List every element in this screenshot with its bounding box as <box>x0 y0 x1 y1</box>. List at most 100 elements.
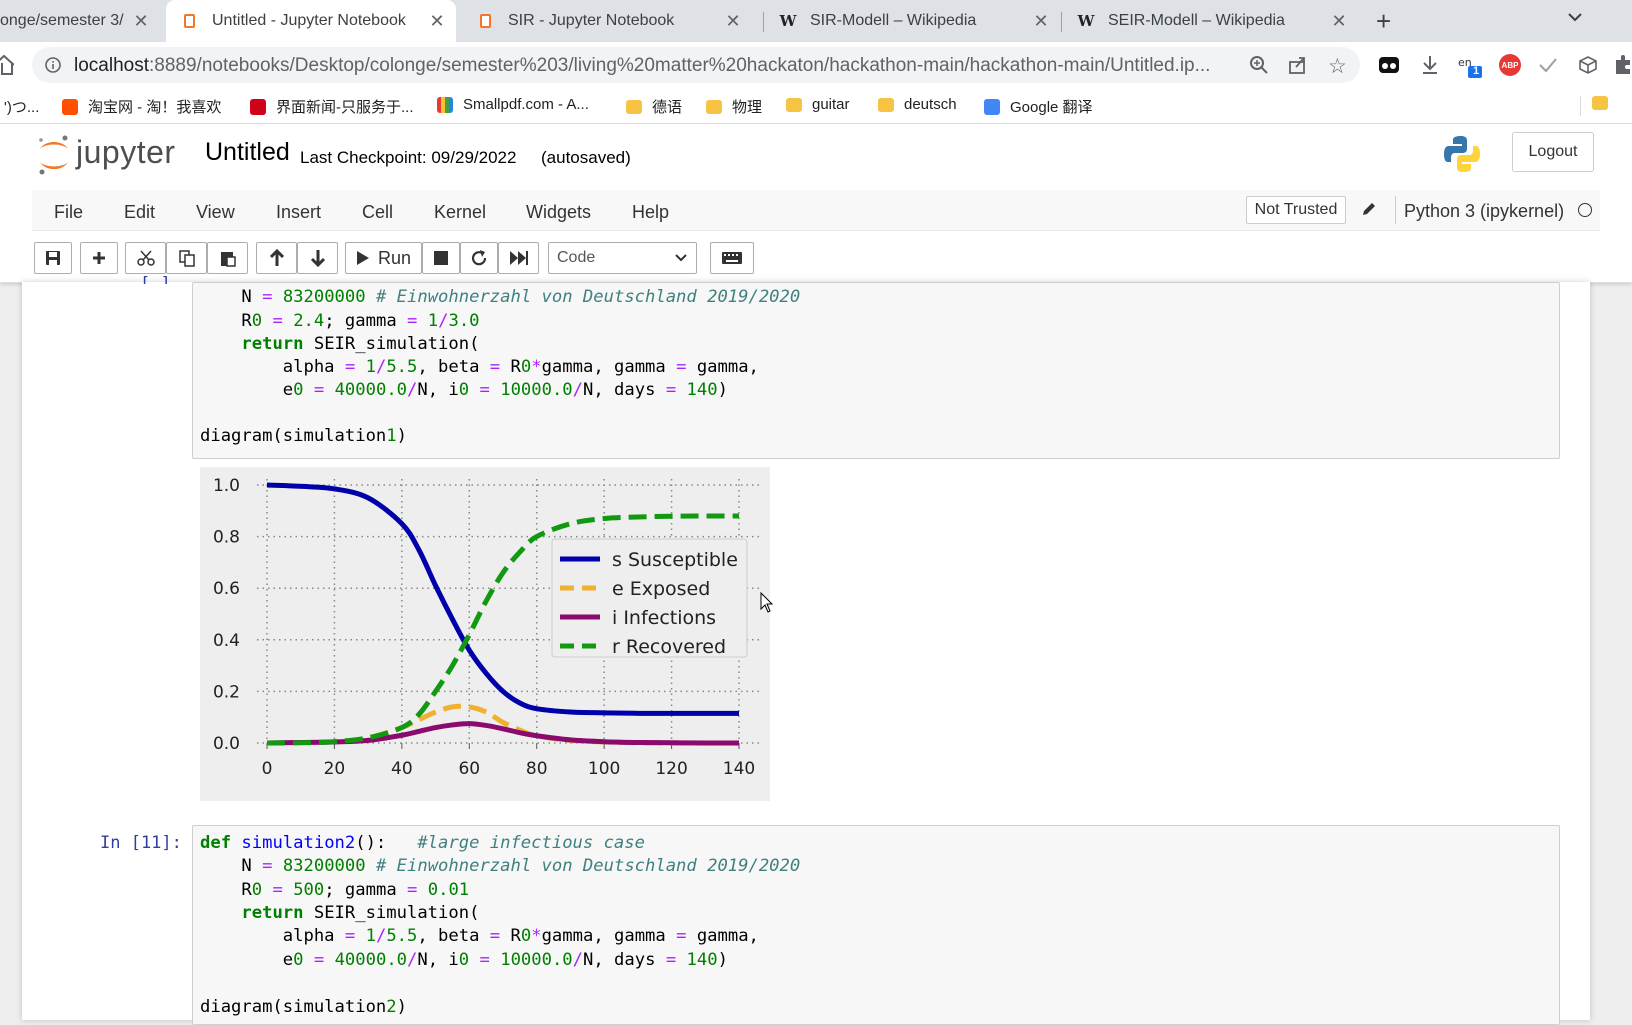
y-tick-label: 0.8 <box>213 528 240 548</box>
notebook-title[interactable]: Untitled <box>205 138 290 167</box>
run-button[interactable]: Run <box>345 242 422 274</box>
code-text: alpha = 1/5.5, beta = R0*gamma, gamma = … <box>200 357 759 377</box>
chevron-down-icon <box>675 254 687 262</box>
browser-tab-3[interactable]: SIR - Jupyter Notebook ✕ <box>462 0 752 42</box>
y-tick-label: 1.0 <box>213 476 240 496</box>
code-text: def simulation2(): #large infectious cas… <box>200 833 645 853</box>
other-bookmarks-folder[interactable] <box>1592 96 1618 110</box>
bookmark-item[interactable]: Google 翻译 <box>984 96 1093 117</box>
move-down-button[interactable] <box>297 242 338 274</box>
code-text: N = 83200000 # Einwohnerzahl von Deutsch… <box>200 856 801 876</box>
extension-glasses-icon[interactable] <box>1378 54 1400 81</box>
jupyter-logo-icon[interactable] <box>36 134 72 181</box>
kernel-name[interactable]: Python 3 (ipykernel) <box>1404 201 1564 222</box>
browser-tab-active[interactable]: Untitled - Jupyter Notebook ✕ <box>166 0 456 42</box>
copy-button[interactable] <box>166 242 207 274</box>
y-tick-label: 0.6 <box>213 579 240 599</box>
browser-tab-1[interactable]: onge/semester 3/ ✕ <box>0 0 160 42</box>
cell-prompt: In [11]: <box>100 833 182 853</box>
bookmark-label: deutsch <box>904 96 957 113</box>
command-palette-button[interactable] <box>710 242 754 274</box>
new-tab-plus-icon[interactable]: + <box>1376 6 1391 37</box>
address-bar[interactable]: localhost:8889/notebooks/Desktop/colonge… <box>32 47 1360 83</box>
interrupt-button[interactable] <box>422 242 460 274</box>
extension-badge: 1 <box>1473 65 1480 77</box>
jupyter-logo-text[interactable]: jupyter <box>76 134 176 171</box>
tab-search-chevron-icon[interactable] <box>1566 8 1584 31</box>
cell-type-select[interactable]: Code <box>548 242 697 274</box>
insert-cell-button[interactable] <box>80 242 118 274</box>
code-cell-2[interactable]: def simulation2(): #large infectious cas… <box>192 825 1560 1025</box>
bookmark-folder[interactable]: 德语 <box>626 96 682 117</box>
code-text: return SEIR_simulation( <box>241 903 480 923</box>
code-line: R0 = 500; gamma = 0.01 <box>200 879 469 902</box>
code-cell-1[interactable]: N = 83200000 # Einwohnerzahl von Deutsch… <box>192 282 1560 459</box>
puzzle-extensions-icon[interactable] <box>1614 54 1632 81</box>
jiemian-icon <box>250 98 266 115</box>
x-tick-label: 100 <box>588 759 620 779</box>
move-up-button[interactable] <box>256 242 297 274</box>
bookmark-item[interactable]: 淘宝网 - 淘！我喜欢 <box>62 96 221 117</box>
paste-button[interactable] <box>207 242 248 274</box>
bookmark-item[interactable]: Smallpdf.com - A... <box>437 96 589 113</box>
not-trusted-button[interactable]: Not Trusted <box>1246 196 1346 224</box>
logout-button[interactable]: Logout <box>1512 132 1594 172</box>
menu-insert[interactable]: Insert <box>276 202 321 223</box>
legend-label: s Susceptible <box>612 549 738 571</box>
translate-extension-icon[interactable]: en 1 <box>1456 52 1484 85</box>
url-path: :8889/notebooks/Desktop/colonge/semester… <box>149 55 1211 76</box>
browser-tab-5[interactable]: W SEIR-Modell – Wikipedia ✕ <box>1062 0 1358 42</box>
restart-run-all-button[interactable] <box>498 242 539 274</box>
x-tick-label: 20 <box>324 759 346 779</box>
run-label: Run <box>378 247 412 268</box>
kernel-divider <box>1395 196 1396 224</box>
bookmark-label: 物理 <box>732 99 763 116</box>
bookmark-folder[interactable]: deutsch <box>878 96 957 113</box>
arrow-up-icon <box>269 249 284 266</box>
stop-icon <box>434 251 448 265</box>
bookmark-item[interactable]: ')つ... <box>4 96 39 117</box>
menu-kernel[interactable]: Kernel <box>434 202 486 223</box>
site-info-icon[interactable] <box>44 56 62 79</box>
x-tick-label: 60 <box>458 759 480 779</box>
close-icon[interactable]: ✕ <box>132 11 150 32</box>
play-icon <box>357 251 369 265</box>
save-button[interactable] <box>34 242 72 274</box>
zoom-icon[interactable] <box>1249 55 1269 80</box>
menu-view[interactable]: View <box>196 202 235 223</box>
x-tick-label: 140 <box>723 759 755 779</box>
code-line: e0 = 40000.0/N, i0 = 10000.0/N, days = 1… <box>200 379 728 402</box>
cut-button[interactable] <box>125 242 166 274</box>
url-text[interactable]: localhost:8889/notebooks/Desktop/colonge… <box>74 55 1264 77</box>
menu-file[interactable]: File <box>54 202 83 223</box>
y-tick-label: 0.0 <box>213 734 240 754</box>
menu-help[interactable]: Help <box>632 202 669 223</box>
menu-cell[interactable]: Cell <box>362 202 393 223</box>
close-icon[interactable]: ✕ <box>428 11 446 32</box>
edit-pencil-icon[interactable] <box>1360 200 1378 223</box>
bookmark-folder[interactable]: guitar <box>786 96 850 113</box>
bookmark-star-icon[interactable]: ☆ <box>1328 54 1347 79</box>
code-line: alpha = 1/5.5, beta = R0*gamma, gamma = … <box>200 925 759 948</box>
share-icon[interactable] <box>1288 55 1308 80</box>
x-tick-label: 0 <box>262 759 273 779</box>
bookmark-folder[interactable]: 物理 <box>706 96 762 117</box>
check-extension-icon[interactable] <box>1538 56 1558 79</box>
menu-widgets[interactable]: Widgets <box>526 202 591 223</box>
menu-edit[interactable]: Edit <box>124 202 155 223</box>
folder-icon <box>626 99 642 114</box>
home-icon[interactable] <box>0 54 15 81</box>
y-tick-label: 0.4 <box>213 631 240 651</box>
close-icon[interactable]: ✕ <box>724 11 742 32</box>
cube-extension-icon[interactable] <box>1578 55 1598 80</box>
close-icon[interactable]: ✕ <box>1032 11 1050 32</box>
adblock-icon[interactable]: ABP <box>1499 54 1521 76</box>
bookmark-item[interactable]: 界面新闻-只服务于... <box>250 96 414 117</box>
y-tick-label: 0.2 <box>213 682 240 702</box>
bookmark-label: Google 翻译 <box>1010 99 1093 116</box>
browser-tab-4[interactable]: W SIR-Modell – Wikipedia ✕ <box>764 0 1060 42</box>
close-icon[interactable]: ✕ <box>1330 11 1348 32</box>
restart-button[interactable] <box>460 242 498 274</box>
download-icon[interactable] <box>1420 54 1440 81</box>
menubar: File Edit View Insert Cell Kernel Widget… <box>32 190 1600 231</box>
